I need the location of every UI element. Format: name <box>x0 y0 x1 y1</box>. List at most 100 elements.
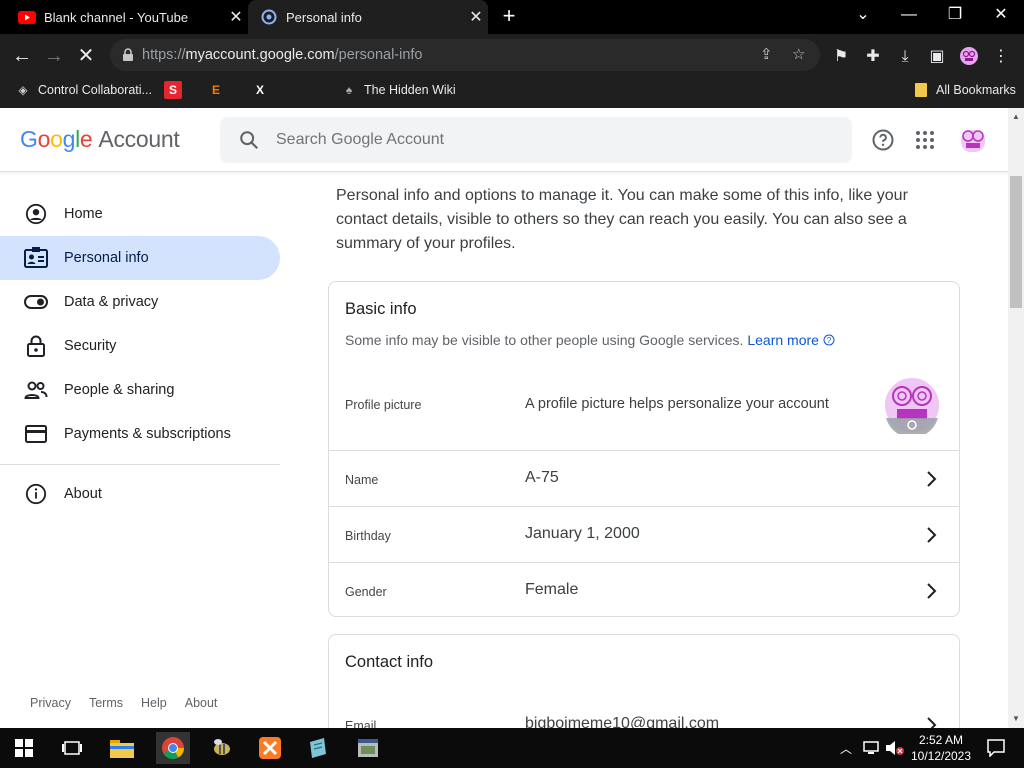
download-icon[interactable]: ⤓ <box>894 46 916 68</box>
close-tab-icon[interactable]: ✕ <box>224 7 248 27</box>
gender-row[interactable]: Gender Female <box>329 562 959 618</box>
nav-security[interactable]: Security <box>0 324 280 368</box>
youtube-icon <box>18 8 36 26</box>
contact-info-card: Contact info Email bigboimeme10@gmail.co… <box>328 634 960 728</box>
s-logo-icon: S <box>164 81 182 99</box>
scroll-thumb[interactable] <box>1010 176 1022 308</box>
nav-label: Personal info <box>64 250 149 266</box>
logo-letter: o <box>37 126 51 152</box>
xampp-icon[interactable] <box>254 732 286 764</box>
search-box[interactable] <box>220 117 852 163</box>
all-bookmarks[interactable]: All Bookmarks <box>912 76 1016 104</box>
apps-grid-icon[interactable] <box>913 128 937 152</box>
google-account-logo[interactable]: Google Account <box>20 126 180 153</box>
app-notepad-icon[interactable] <box>302 732 334 764</box>
chevron-right-icon <box>927 527 937 543</box>
side-panel-icon[interactable]: ▣ <box>926 46 948 68</box>
network-icon[interactable] <box>860 732 882 764</box>
footer-terms-link[interactable]: Terms <box>89 696 123 710</box>
nav-data-privacy[interactable]: Data & privacy <box>0 280 280 324</box>
footer-help-link[interactable]: Help <box>141 696 167 710</box>
tab-personal-info[interactable]: Personal info ✕ <box>248 0 488 34</box>
account-avatar[interactable] <box>957 124 989 156</box>
app-bee-icon[interactable] <box>206 732 238 764</box>
chrome-taskbar-icon[interactable] <box>156 732 190 764</box>
search-icon[interactable] <box>238 129 260 151</box>
help-icon[interactable] <box>871 128 895 152</box>
notifications-icon[interactable] <box>980 732 1012 764</box>
web-page: GoogleAccount Home Personal <box>0 108 1008 728</box>
nav-label: Data & privacy <box>64 294 159 310</box>
share-icon[interactable]: ⇪ <box>760 39 773 71</box>
browser-toolbar: ← → ✕ https://myaccount.google.com/perso… <box>0 34 1024 76</box>
account-circle-icon <box>24 202 48 226</box>
nav-about[interactable]: About <box>0 472 280 516</box>
bookmark-hidden-wiki[interactable]: ♠ The Hidden Wiki <box>340 76 456 104</box>
basic-info-title: Basic info <box>345 300 417 318</box>
profile-avatar-icon[interactable] <box>958 46 980 68</box>
lock-icon <box>24 334 48 358</box>
close-window-button[interactable]: ✕ <box>978 0 1024 34</box>
bookmark-control-collaboration[interactable]: ◈ Control Collaborati... <box>14 76 152 104</box>
url-host: myaccount.google.com <box>185 47 335 63</box>
page-scrollbar[interactable]: ▲ ▼ <box>1008 108 1024 728</box>
id-card-icon <box>24 246 48 270</box>
row-value: bigboimeme10@gmail.com <box>525 715 720 728</box>
scroll-down-arrow-icon[interactable]: ▼ <box>1008 712 1024 726</box>
task-view-icon[interactable] <box>56 732 88 764</box>
back-button[interactable]: ← <box>8 42 36 70</box>
nav-label: Home <box>64 206 103 222</box>
name-row[interactable]: Name A-75 <box>329 450 959 506</box>
bookmark-e[interactable]: E <box>207 76 231 104</box>
birthday-row[interactable]: Birthday January 1, 2000 <box>329 506 959 562</box>
profile-picture-row[interactable]: Profile picture A profile picture helps … <box>329 362 959 450</box>
minimize-button[interactable]: — <box>886 0 932 34</box>
learn-more-link[interactable]: Learn more ? <box>747 332 835 348</box>
nav-label: About <box>64 486 102 502</box>
info-icon <box>24 482 48 506</box>
email-row[interactable]: Email bigboimeme10@gmail.com <box>329 695 959 728</box>
close-tab-icon[interactable]: ✕ <box>464 7 488 27</box>
forward-button[interactable]: → <box>40 42 68 70</box>
system-clock[interactable]: 2:52 AM 10/12/2023 <box>905 732 977 764</box>
tab-search-icon[interactable]: ⌄ <box>840 0 886 34</box>
flag-icon[interactable]: ⚑ <box>830 46 852 68</box>
extensions-icon[interactable]: ✚ <box>862 46 884 68</box>
tab-youtube[interactable]: Blank channel - YouTube ✕ <box>0 0 248 34</box>
restore-button[interactable]: ❐ <box>932 0 978 34</box>
volume-muted-icon[interactable] <box>884 732 906 764</box>
credit-card-icon <box>24 422 48 446</box>
footer-privacy-link[interactable]: Privacy <box>30 696 71 710</box>
windows-start-icon[interactable] <box>8 732 40 764</box>
x-logo-icon: X <box>255 83 264 97</box>
nav-payments-subscriptions[interactable]: Payments & subscriptions <box>0 412 280 456</box>
bookmark-x[interactable]: X <box>251 76 275 104</box>
row-value: January 1, 2000 <box>525 525 640 542</box>
tab-title: Blank channel - YouTube <box>44 9 189 25</box>
row-value: A profile picture helps personalize your… <box>525 396 829 412</box>
bookmark-star-icon[interactable]: ☆ <box>792 39 805 71</box>
logo-letter: g <box>62 126 76 152</box>
logo-letter: G <box>20 126 38 152</box>
search-input[interactable] <box>276 117 836 163</box>
subtitle-text: Some info may be visible to other people… <box>345 332 744 348</box>
nav-home[interactable]: Home <box>0 192 280 236</box>
nav-personal-info[interactable]: Personal info <box>0 236 280 280</box>
clock-date: 10/12/2023 <box>910 749 972 763</box>
site-info-icon[interactable] <box>122 39 134 71</box>
menu-kebab-icon[interactable]: ⋮ <box>990 46 1012 68</box>
new-tab-button[interactable]: + <box>497 5 521 29</box>
file-explorer-icon[interactable] <box>106 732 138 764</box>
nav-people-sharing[interactable]: People & sharing <box>0 368 280 412</box>
address-bar[interactable]: https://myaccount.google.com/personal-in… <box>110 39 820 71</box>
stop-loading-button[interactable]: ✕ <box>72 42 100 70</box>
bookmark-s[interactable]: S <box>164 76 188 104</box>
app-window-icon[interactable] <box>352 732 384 764</box>
show-hidden-icons-icon[interactable]: ︿ <box>836 732 856 764</box>
logo-letter: o <box>50 126 63 152</box>
help-circle-icon: ? <box>823 334 835 346</box>
profile-picture[interactable] <box>883 376 941 434</box>
scroll-up-arrow-icon[interactable]: ▲ <box>1008 110 1024 124</box>
footer-about-link[interactable]: About <box>185 696 218 710</box>
all-bookmarks-label: All Bookmarks <box>936 83 1016 97</box>
